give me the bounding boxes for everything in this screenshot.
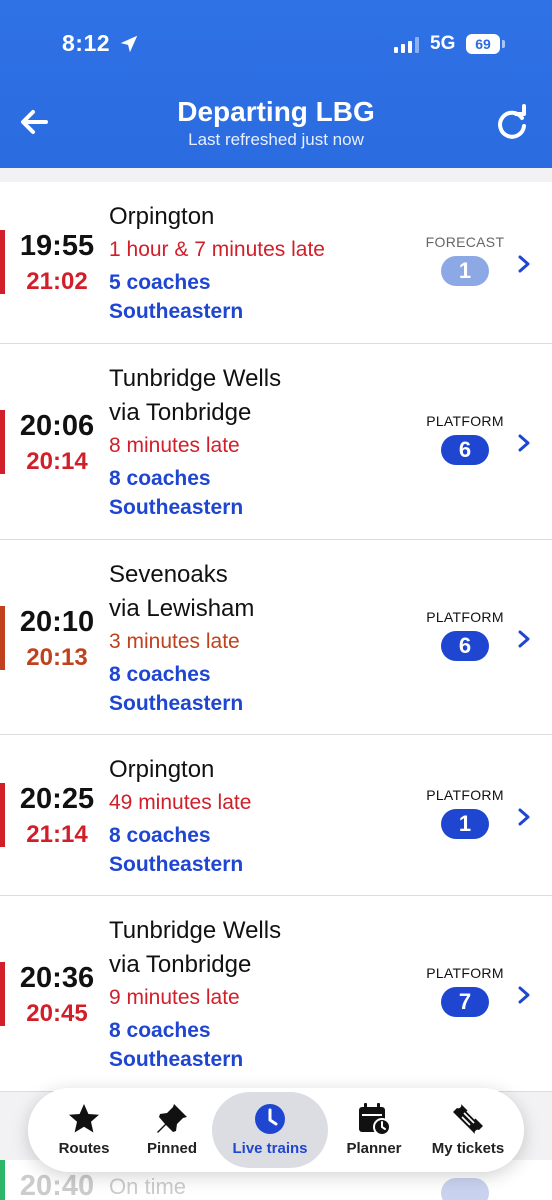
operator: Southeastern bbox=[109, 692, 244, 715]
scheduled-time: 20:25 bbox=[19, 783, 95, 815]
platform-label: PLATFORM bbox=[426, 609, 504, 625]
destination: Orpington bbox=[109, 203, 215, 230]
tab-label: Planner bbox=[346, 1140, 402, 1157]
platform-badge: 1 bbox=[441, 809, 489, 839]
destination: Orpington bbox=[109, 756, 215, 783]
delay-status: On time bbox=[109, 1174, 187, 1199]
operator: Southeastern bbox=[109, 1048, 244, 1071]
tab-label: Routes bbox=[58, 1140, 110, 1157]
clock-icon bbox=[255, 1104, 285, 1134]
scheduled-time: 20:36 bbox=[19, 962, 95, 994]
battery-level: 69 bbox=[466, 34, 500, 54]
platform-label: PLATFORM bbox=[426, 965, 504, 981]
chevron-right-icon bbox=[518, 630, 530, 648]
expected-time: 20:45 bbox=[26, 1000, 88, 1027]
platform-label: PLATFORM bbox=[426, 787, 504, 803]
delay-indicator bbox=[0, 230, 5, 294]
tab-my-tickets[interactable]: My tickets bbox=[420, 1088, 516, 1172]
ticket-icon bbox=[453, 1104, 483, 1134]
destination-via: via Tonbridge bbox=[109, 399, 252, 426]
tab-label: Live trains bbox=[232, 1140, 308, 1157]
refresh-status: Last refreshed just now bbox=[188, 130, 364, 149]
tab-bar: Routes Pinned Live trains Planner My tic… bbox=[28, 1088, 524, 1172]
chevron-right-icon bbox=[518, 808, 530, 826]
network-type: 5G bbox=[430, 33, 456, 54]
tab-label: Pinned bbox=[146, 1140, 197, 1157]
destination-via: via Lewisham bbox=[109, 595, 255, 622]
page-title: Departing LBG bbox=[177, 96, 375, 127]
platform-badge: 1 bbox=[441, 256, 489, 286]
delay-indicator bbox=[0, 962, 5, 1026]
departures-list: 19:55 21:02 Orpington 1 hour & 7 minutes… bbox=[0, 182, 552, 1092]
status-bar: 8:12 5G 69 bbox=[0, 0, 552, 90]
header: 8:12 5G 69 Departing LBG Last refreshed … bbox=[0, 0, 552, 168]
departure-row[interactable]: 20:10 20:13 Sevenoaks via Lewisham 3 min… bbox=[0, 540, 552, 735]
destination: Tunbridge Wells bbox=[109, 365, 282, 392]
operator: Southeastern bbox=[109, 853, 244, 876]
scheduled-time: 20:40 bbox=[19, 1170, 95, 1200]
delay-status: 3 minutes late bbox=[109, 630, 240, 653]
destination: Sevenoaks bbox=[109, 561, 228, 588]
delay-status: 9 minutes late bbox=[109, 986, 240, 1009]
coach-count: 8 coaches bbox=[109, 467, 211, 490]
chevron-right-icon bbox=[518, 986, 530, 1004]
expected-time: 20:13 bbox=[26, 644, 88, 671]
chevron-right-icon bbox=[518, 434, 530, 452]
coach-count: 8 coaches bbox=[109, 824, 211, 847]
operator: Southeastern bbox=[109, 496, 244, 519]
departure-row[interactable]: 20:06 20:14 Tunbridge Wells via Tonbridg… bbox=[0, 344, 552, 540]
expected-time: 20:14 bbox=[26, 448, 88, 475]
destination: Tunbridge Wells bbox=[109, 917, 282, 944]
delay-indicator bbox=[0, 1160, 5, 1200]
tab-label: My tickets bbox=[431, 1140, 505, 1157]
departure-row[interactable]: 20:36 20:45 Tunbridge Wells via Tonbridg… bbox=[0, 896, 552, 1092]
calendar-icon bbox=[359, 1103, 391, 1136]
platform-label: PLATFORM bbox=[426, 413, 504, 429]
departure-row[interactable]: 20:25 21:14 Orpington 49 minutes late 8 … bbox=[0, 735, 552, 896]
coach-count: 8 coaches bbox=[109, 663, 211, 686]
coach-count: 5 coaches bbox=[109, 271, 211, 294]
expected-time: 21:14 bbox=[26, 821, 88, 848]
star-icon bbox=[69, 1104, 99, 1133]
platform-badge: 6 bbox=[441, 435, 489, 465]
delay-indicator bbox=[0, 606, 5, 670]
delay-status: 49 minutes late bbox=[109, 791, 252, 814]
expected-time: 21:02 bbox=[26, 268, 88, 295]
status-time: 8:12 bbox=[62, 30, 111, 56]
platform-badge: 7 bbox=[441, 987, 489, 1017]
tab-routes[interactable]: Routes bbox=[38, 1088, 130, 1172]
refresh-icon[interactable] bbox=[492, 104, 532, 144]
destination-via: via Tonbridge bbox=[109, 951, 252, 978]
tab-pinned[interactable]: Pinned bbox=[130, 1088, 214, 1172]
delay-status: 1 hour & 7 minutes late bbox=[109, 238, 325, 261]
signal-icon bbox=[394, 37, 419, 53]
chevron-right-icon bbox=[518, 255, 530, 273]
battery-icon: 69 bbox=[466, 34, 506, 54]
operator: Southeastern bbox=[109, 300, 244, 323]
coach-count: 8 coaches bbox=[109, 1019, 211, 1042]
scheduled-time: 20:06 bbox=[19, 410, 95, 442]
scheduled-time: 20:10 bbox=[19, 606, 95, 638]
delay-status: 8 minutes late bbox=[109, 434, 240, 457]
location-arrow-icon bbox=[120, 35, 138, 53]
pin-icon bbox=[157, 1104, 187, 1133]
tab-planner[interactable]: Planner bbox=[328, 1088, 420, 1172]
platform-badge: 6 bbox=[441, 631, 489, 661]
tab-live-trains[interactable]: Live trains bbox=[212, 1092, 328, 1168]
platform-label: FORECAST bbox=[425, 234, 505, 250]
departure-row[interactable]: 19:55 21:02 Orpington 1 hour & 7 minutes… bbox=[0, 182, 552, 344]
platform-badge bbox=[441, 1178, 489, 1200]
delay-indicator bbox=[0, 783, 5, 847]
scheduled-time: 19:55 bbox=[19, 230, 95, 262]
delay-indicator bbox=[0, 410, 5, 474]
